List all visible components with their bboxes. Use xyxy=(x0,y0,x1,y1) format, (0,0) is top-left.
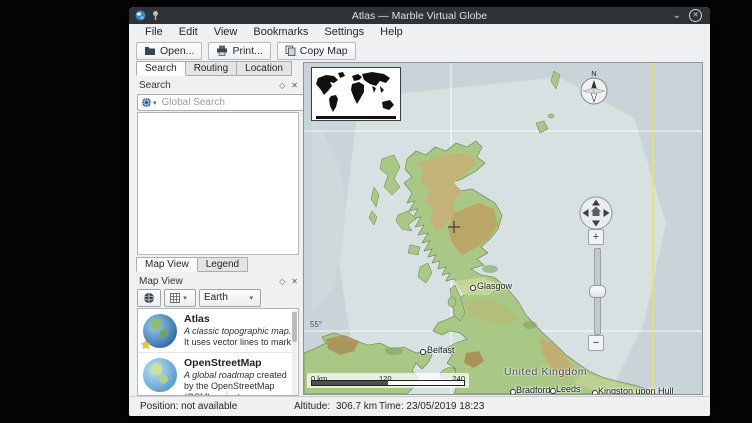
celestial-body-value: Earth xyxy=(204,292,228,303)
status-altitude-value: 306.7 km xyxy=(336,401,377,412)
search-scope-chevron-icon[interactable]: ▾ xyxy=(153,99,157,107)
statusbar: Position: not available Altitude: 306.7 … xyxy=(129,396,710,416)
zoom-out-button[interactable]: − xyxy=(588,335,604,351)
search-input[interactable] xyxy=(160,96,274,109)
navigation-dpad[interactable] xyxy=(578,195,614,231)
belfast-marker xyxy=(420,349,426,355)
tab-search[interactable]: Search xyxy=(136,61,186,76)
belfast-label: Belfast xyxy=(427,345,455,355)
folder-icon xyxy=(144,46,156,56)
open-button[interactable]: Open... xyxy=(136,42,202,60)
mapview-dock-header: Map View ◇ ✕ xyxy=(136,274,302,288)
compass-north-label: N xyxy=(576,69,612,78)
theme-list-scrollbar[interactable] xyxy=(292,310,297,396)
chevron-down-icon: ▾ xyxy=(183,294,187,302)
tab-legend[interactable]: Legend xyxy=(198,257,248,272)
tab-routing[interactable]: Routing xyxy=(186,61,237,76)
menu-file[interactable]: File xyxy=(137,26,171,38)
dock-close-icon[interactable]: ✕ xyxy=(291,277,298,286)
theme-name: OpenStreetMap xyxy=(184,357,295,369)
tab-location[interactable]: Location xyxy=(237,61,292,76)
atlas-thumbnail: ★ xyxy=(141,312,179,350)
scale-bar: 0 km 120 240 xyxy=(307,373,469,388)
theme-item-openstreetmap[interactable]: OpenStreetMap A global roadmap created b… xyxy=(138,353,298,396)
graticule-latitude-label: 55° xyxy=(310,320,322,329)
united-kingdom-label: United Kingdom xyxy=(504,366,587,378)
world-silhouette xyxy=(312,68,400,120)
search-dock-title: Search xyxy=(139,80,171,91)
favorite-star-icon[interactable]: ★ xyxy=(140,337,152,353)
celestial-body-dropdown[interactable]: Earth ▾ xyxy=(199,289,261,307)
globe-icon xyxy=(143,292,155,304)
glasgow-label: Glasgow xyxy=(477,281,512,291)
copy-map-button[interactable]: Copy Map xyxy=(277,42,356,60)
hull-label: Kingston upon Hull xyxy=(598,386,674,395)
dock-float-icon[interactable]: ◇ xyxy=(279,277,285,286)
home-icon xyxy=(593,211,600,216)
zoom-in-button[interactable]: + xyxy=(588,229,604,245)
osm-thumbnail xyxy=(141,356,179,394)
theme-item-atlas[interactable]: ★ Atlas A classic topographic map. It us… xyxy=(138,309,298,353)
dock-float-icon[interactable]: ◇ xyxy=(279,81,285,90)
sidebar-tabbar: Search Routing Location xyxy=(136,61,292,77)
search-dock-header: Search ◇ ✕ xyxy=(136,78,302,92)
celestial-globe-button[interactable] xyxy=(137,289,161,307)
projection-grid-icon xyxy=(170,293,180,303)
menu-bookmarks[interactable]: Bookmarks xyxy=(245,26,316,38)
window-title: Atlas — Marble Virtual Globe xyxy=(129,10,710,22)
panel-tabbar: Map View Legend xyxy=(136,257,248,273)
sidebar: Search Routing Location Search ◇ ✕ ▾ Map… xyxy=(136,61,302,396)
tab-map-view[interactable]: Map View xyxy=(136,257,198,272)
status-time: Time: 23/05/2019 18:23 xyxy=(379,401,484,412)
global-search-box[interactable]: ▾ xyxy=(137,94,304,111)
search-globe-icon xyxy=(141,97,152,108)
close-button[interactable]: ✕ xyxy=(689,9,702,22)
compass-rose: N xyxy=(576,71,612,107)
projection-dropdown[interactable]: ▾ xyxy=(164,289,196,307)
zoom-slider-handle[interactable] xyxy=(589,285,606,298)
print-button[interactable]: Print... xyxy=(208,42,270,60)
mapview-controls: ▾ Earth ▾ xyxy=(137,289,261,306)
titlebar[interactable]: Atlas — Marble Virtual Globe ⌄ ✕ xyxy=(129,7,710,24)
toolbar: Open... Print... Copy Map xyxy=(129,40,710,61)
dock-close-icon[interactable]: ✕ xyxy=(291,81,298,90)
copy-icon xyxy=(285,45,296,56)
theme-description: A global roadmap created by the OpenStre… xyxy=(184,370,295,396)
status-position: Position: not available xyxy=(140,401,237,412)
status-altitude-label: Altitude: xyxy=(294,401,330,412)
marble-window: Atlas — Marble Virtual Globe ⌄ ✕ File Ed… xyxy=(129,7,710,416)
search-results-list[interactable] xyxy=(137,112,299,255)
overview-map-inset[interactable] xyxy=(311,67,401,121)
theme-description: A classic topographic map. It uses vecto… xyxy=(184,326,295,348)
menu-view[interactable]: View xyxy=(206,26,246,38)
menu-edit[interactable]: Edit xyxy=(171,26,206,38)
menubar: File Edit View Bookmarks Settings Help xyxy=(129,24,710,40)
theme-name: Atlas xyxy=(184,313,295,325)
chevron-down-icon: ▾ xyxy=(249,294,253,302)
minimize-button[interactable]: ⌄ xyxy=(673,11,681,21)
printer-icon xyxy=(216,45,228,56)
map-canvas[interactable]: N + − 0 km 120 240 55° xyxy=(303,62,703,395)
menu-help[interactable]: Help xyxy=(372,26,411,38)
menu-settings[interactable]: Settings xyxy=(316,26,372,38)
mapview-dock-title: Map View xyxy=(139,276,183,287)
theme-list: ★ Atlas A classic topographic map. It us… xyxy=(137,308,299,396)
bradford-label: Bradford xyxy=(516,385,551,395)
leeds-label: Leeds xyxy=(556,384,581,394)
glasgow-marker xyxy=(470,285,476,291)
